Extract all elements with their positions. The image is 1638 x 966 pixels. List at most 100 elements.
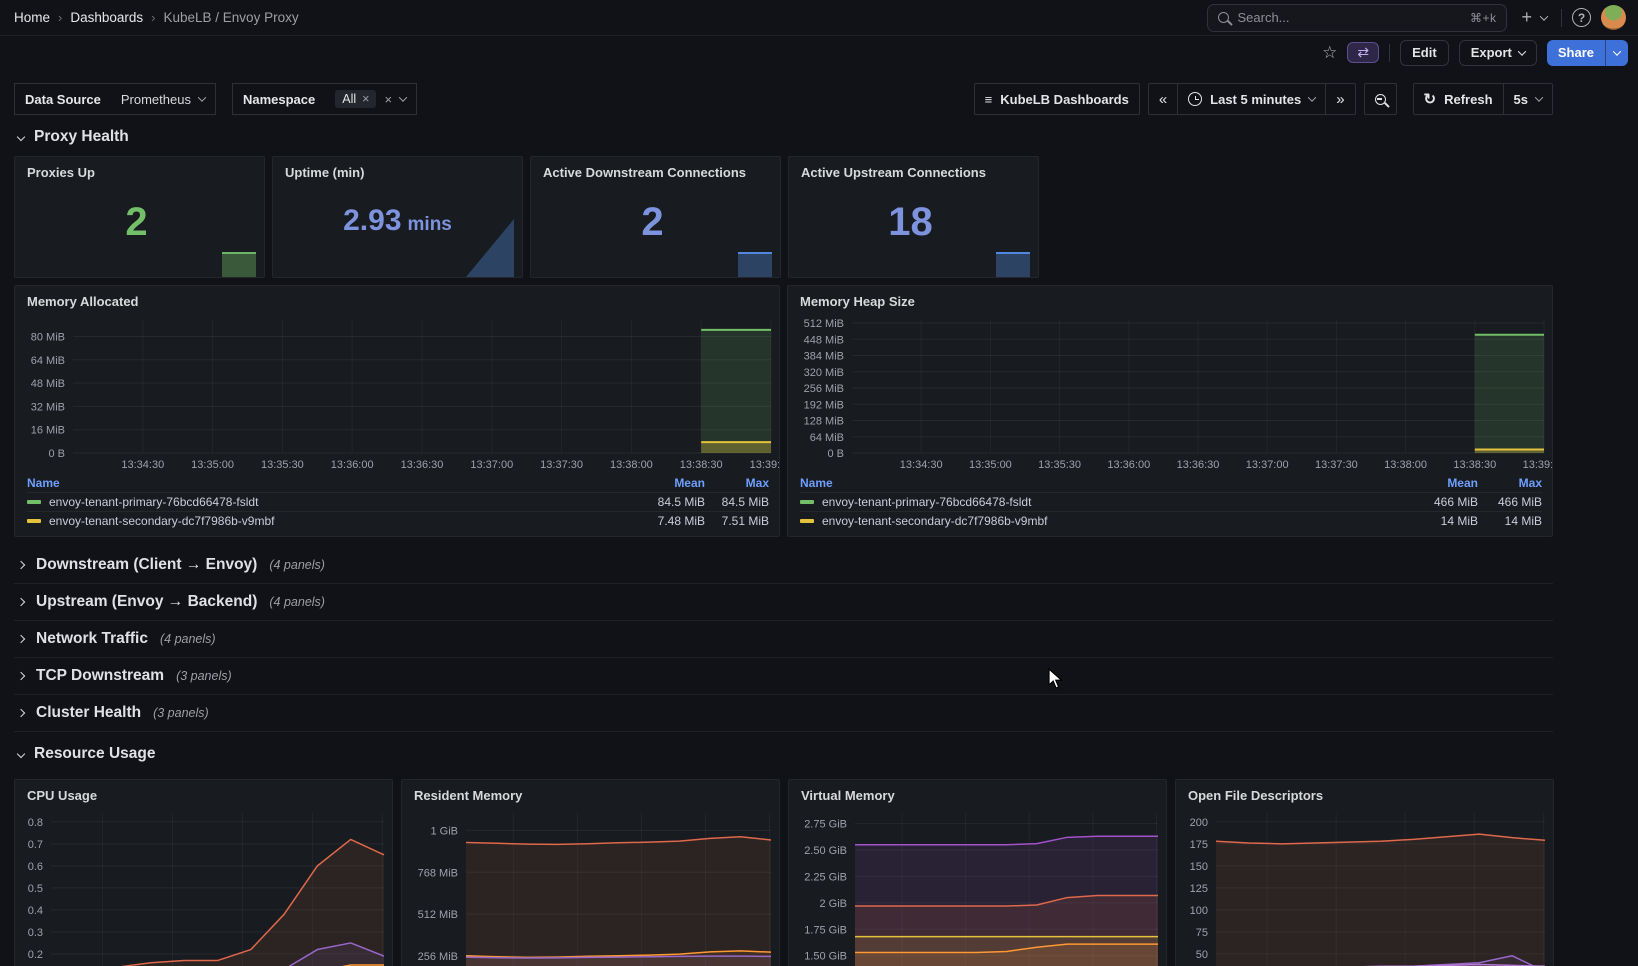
panel-title[interactable]: Uptime (min) [273, 157, 522, 182]
section-upstream-envoy-backend[interactable]: Upstream (Envoy → Backend) (4 panels) [14, 584, 1553, 621]
chevron-right-icon [17, 672, 25, 680]
legend-series[interactable]: envoy-tenant-primary-76bcd66478-fsldt [27, 495, 633, 509]
breadcrumb-dashboards[interactable]: Dashboards [70, 10, 143, 25]
section-cluster-health[interactable]: Cluster Health (3 panels) [14, 695, 1553, 732]
panel-open-file-descriptors: Open File Descriptors 13:35:0013:36:0013… [1175, 779, 1554, 966]
help-icon[interactable]: ? [1572, 8, 1591, 27]
panel-title[interactable]: Virtual Memory [789, 780, 1166, 805]
legend-row: envoy-tenant-primary-76bcd66478-fsldt 84… [27, 492, 769, 511]
legend-col-mean[interactable]: Mean [633, 476, 705, 490]
svg-text:13:37:00: 13:37:00 [1246, 459, 1289, 471]
section-proxy-health[interactable]: Proxy Health [14, 115, 1553, 156]
legend-header: Name Mean Max [27, 473, 769, 492]
breadcrumb-home[interactable]: Home [14, 10, 50, 25]
svg-text:13:36:30: 13:36:30 [401, 459, 444, 471]
section-downstream-client-envoy[interactable]: Downstream (Client → Envoy) (4 panels) [14, 547, 1553, 584]
chevron-right-icon [17, 598, 25, 606]
svg-text:80 MiB: 80 MiB [31, 331, 65, 343]
svg-text:0.3: 0.3 [28, 927, 43, 939]
datasource-picker: Data Source Prometheus [14, 83, 216, 115]
share-button[interactable]: Share [1547, 40, 1605, 66]
panel-title[interactable]: Resident Memory [402, 780, 779, 805]
legend-col-max[interactable]: Max [1478, 476, 1542, 490]
kubelb-dashboards-button[interactable]: ≡ KubeLB Dashboards [974, 83, 1140, 115]
add-button[interactable]: + [1517, 4, 1551, 31]
export-button[interactable]: Export [1459, 40, 1537, 66]
clear-all-icon[interactable]: × [384, 92, 392, 107]
svg-text:2.25 GiB: 2.25 GiB [804, 871, 847, 883]
chip-close-icon[interactable]: × [362, 92, 369, 106]
svg-text:0 B: 0 B [48, 448, 65, 460]
legend-col-name[interactable]: Name [27, 476, 633, 490]
edit-button[interactable]: Edit [1400, 40, 1449, 66]
search-input[interactable]: Search... ⌘+k [1207, 4, 1507, 32]
svg-text:512 MiB: 512 MiB [804, 318, 844, 330]
sparkline [738, 252, 772, 277]
breadcrumb: Home › Dashboards › KubeLB / Envoy Proxy [14, 10, 299, 25]
star-icon[interactable]: ☆ [1322, 43, 1337, 63]
panel-title[interactable]: Proxies Up [15, 157, 264, 182]
svg-text:1.50 GiB: 1.50 GiB [804, 951, 847, 963]
legend-max-value: 466 MiB [1478, 495, 1542, 509]
svg-text:256 MiB: 256 MiB [418, 951, 458, 963]
legend-series[interactable]: envoy-tenant-primary-76bcd66478-fsldt [800, 495, 1406, 509]
legend-table: Name Mean Max envoy-tenant-primary-76bcd… [788, 473, 1552, 536]
legend-col-name[interactable]: Name [800, 476, 1406, 490]
chevron-down-icon[interactable] [399, 93, 407, 101]
zoom-out-button[interactable] [1364, 83, 1397, 115]
svg-text:1.75 GiB: 1.75 GiB [804, 924, 847, 936]
swap-datasource-icon[interactable]: ⇄ [1347, 42, 1379, 63]
datasource-select[interactable]: Prometheus [111, 83, 216, 115]
namespace-select[interactable]: All × × [325, 83, 417, 115]
search-placeholder: Search... [1237, 10, 1461, 25]
breadcrumb-separator: › [58, 10, 62, 25]
legend-col-max[interactable]: Max [705, 476, 769, 490]
series-color-swatch [27, 519, 41, 523]
panel-title[interactable]: CPU Usage [15, 780, 392, 805]
svg-text:13:34:30: 13:34:30 [900, 459, 943, 471]
user-avatar[interactable] [1601, 5, 1626, 30]
section-resource-usage[interactable]: Resource Usage [14, 732, 1553, 773]
refresh-button[interactable]: ↻ Refresh [1413, 83, 1504, 115]
time-back-button[interactable]: « [1148, 83, 1178, 115]
stat-value: 2 [15, 200, 264, 245]
panel-title[interactable]: Memory Allocated [15, 286, 779, 311]
panel-title[interactable]: Active Upstream Connections [789, 157, 1038, 182]
svg-text:13:37:00: 13:37:00 [470, 459, 513, 471]
share-dropdown-button[interactable] [1605, 40, 1628, 66]
stat-value: 2 [531, 200, 780, 245]
time-forward-button[interactable]: » [1326, 83, 1355, 115]
svg-text:2 GiB: 2 GiB [819, 898, 847, 910]
legend-mean-value: 84.5 MiB [633, 495, 705, 509]
legend-row: envoy-tenant-secondary-dc7f7986b-v9mbf 1… [800, 511, 1542, 530]
memory-panel-row: Memory Allocated 13:34:3013:35:0013:35:3… [14, 285, 1553, 537]
svg-text:48 MiB: 48 MiB [31, 378, 65, 390]
svg-text:13:38:30: 13:38:30 [1453, 459, 1496, 471]
svg-text:13:38:30: 13:38:30 [680, 459, 723, 471]
refresh-interval-select[interactable]: 5s [1504, 83, 1553, 115]
panel-memory-heap-size: Memory Heap Size 13:34:3013:35:0013:35:3… [787, 285, 1553, 537]
section-network-traffic[interactable]: Network Traffic (4 panels) [14, 621, 1553, 658]
section-tcp-downstream[interactable]: TCP Downstream (3 panels) [14, 658, 1553, 695]
legend-row: envoy-tenant-secondary-dc7f7986b-v9mbf 7… [27, 511, 769, 530]
panel-title[interactable]: Open File Descriptors [1176, 780, 1553, 805]
legend-row: envoy-tenant-primary-76bcd66478-fsldt 46… [800, 492, 1542, 511]
svg-text:2.75 GiB: 2.75 GiB [804, 819, 847, 831]
panel-title[interactable]: Active Downstream Connections [531, 157, 780, 182]
svg-text:128 MiB: 128 MiB [804, 416, 844, 428]
panel-active-upstream-connections: Active Upstream Connections 18 [788, 156, 1039, 278]
open-file-descriptors-chart: 13:35:0013:36:0013:37:0013:38:0013:39:00… [1176, 805, 1553, 966]
namespace-chip-all[interactable]: All × [335, 90, 376, 108]
svg-text:16 MiB: 16 MiB [31, 425, 65, 437]
legend-series[interactable]: envoy-tenant-secondary-dc7f7986b-v9mbf [800, 514, 1406, 528]
time-range-picker[interactable]: Last 5 minutes [1178, 83, 1326, 115]
legend-col-mean[interactable]: Mean [1406, 476, 1478, 490]
svg-text:13:35:00: 13:35:00 [191, 459, 234, 471]
legend-series[interactable]: envoy-tenant-secondary-dc7f7986b-v9mbf [27, 514, 633, 528]
legend-max-value: 84.5 MiB [705, 495, 769, 509]
svg-text:13:38:00: 13:38:00 [610, 459, 653, 471]
stat-value: 2.93mins [273, 204, 522, 238]
panel-title[interactable]: Memory Heap Size [788, 286, 1552, 311]
svg-text:13:36:00: 13:36:00 [1107, 459, 1150, 471]
series-color-swatch [800, 500, 814, 504]
